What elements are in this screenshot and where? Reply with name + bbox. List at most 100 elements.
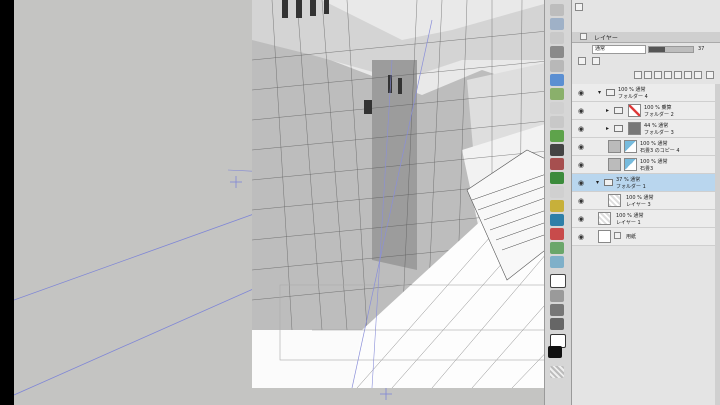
folder-icon xyxy=(606,89,615,96)
lasso-tool-icon[interactable] xyxy=(550,88,564,100)
building-drawing xyxy=(252,0,544,388)
blend-tool-icon[interactable] xyxy=(550,144,564,156)
layer-name: レイヤー 3 xyxy=(626,202,651,208)
paper-thumbnail xyxy=(598,230,611,243)
folder-icon xyxy=(614,107,623,114)
airbrush-icon[interactable] xyxy=(550,290,564,302)
layer-thumbnail xyxy=(628,122,641,135)
clip-icon[interactable] xyxy=(694,71,702,79)
figure-tool-icon[interactable] xyxy=(550,186,564,198)
new-raster-layer-icon[interactable] xyxy=(634,71,642,79)
layer-blend-info: 37 % 通常 xyxy=(616,177,641,183)
lock-icon[interactable] xyxy=(578,57,586,65)
layer-blend-info: 44 % 通常 xyxy=(644,123,669,129)
eye-icon[interactable]: ◉ xyxy=(577,107,585,115)
layer-tab[interactable]: レイヤー xyxy=(572,32,720,43)
eye-icon[interactable]: ◉ xyxy=(577,89,585,97)
layer-row[interactable]: ◉ 100 % 通常 石畳3 xyxy=(572,156,715,174)
layer-blend-info: 100 % 通常 xyxy=(616,213,644,219)
blend-row: 通常 37 xyxy=(572,44,720,55)
layer-row[interactable]: ◉ 100 % 通常 レイヤー 3 xyxy=(572,192,715,210)
layer-row[interactable]: ◉ ▾ 100 % 通常 フォルダー 4 xyxy=(572,84,715,102)
collapse-arrow-icon[interactable]: ▾ xyxy=(596,179,599,186)
eye-icon[interactable]: ◉ xyxy=(577,125,585,133)
layer-mask-thumbnail xyxy=(624,158,637,171)
decoration-icon[interactable] xyxy=(550,318,564,330)
correction-tool-icon[interactable] xyxy=(550,256,564,268)
layer-thumbnail xyxy=(628,104,641,117)
folder-icon xyxy=(614,125,623,132)
delete-layer-icon[interactable] xyxy=(706,71,714,79)
layer-name: フォルダー 2 xyxy=(644,112,674,118)
layer-thumbnail xyxy=(608,194,621,207)
folder-icon xyxy=(604,179,613,186)
move-tool-icon[interactable] xyxy=(550,18,564,30)
layer-options-row xyxy=(572,56,720,67)
canvas-paper[interactable] xyxy=(252,0,544,388)
gradient-tool-icon[interactable] xyxy=(550,172,564,184)
expand-arrow-icon[interactable]: ▸ xyxy=(606,125,609,132)
eye-icon[interactable]: ◉ xyxy=(577,197,585,205)
layer-tab-label: レイヤー xyxy=(594,35,618,42)
layer-panel: レイヤー 通常 37 ◉ ▾ 100 % 通常 フォルダー 4 ◉ ▸ 100 … xyxy=(572,0,720,405)
pencil-icon[interactable] xyxy=(550,116,564,128)
eye-icon[interactable]: ◉ xyxy=(577,233,585,241)
eye-icon[interactable]: ◉ xyxy=(577,161,585,169)
eye-icon[interactable]: ◉ xyxy=(577,143,585,151)
frame-tool-icon[interactable] xyxy=(550,200,564,212)
mask-icon[interactable] xyxy=(674,71,682,79)
ruler-tool-icon[interactable] xyxy=(550,242,564,254)
menu-tool-icon[interactable] xyxy=(550,4,564,16)
collapse-arrow-icon[interactable]: ▾ xyxy=(598,89,601,96)
panel-header xyxy=(572,2,720,13)
balloon-tool-icon[interactable] xyxy=(550,228,564,240)
layer-blend-info: 100 % 通常 xyxy=(626,195,654,201)
layer-name: フォルダー 4 xyxy=(618,94,648,100)
blend-mode-select[interactable]: 通常 xyxy=(592,45,646,54)
layer-row-selected[interactable]: ◉ ▾ 37 % 通常 フォルダー 1 xyxy=(572,174,715,192)
new-folder-icon[interactable] xyxy=(654,71,662,79)
selection-tool-icon[interactable] xyxy=(550,74,564,86)
layer-blend-info: 100 % 通常 xyxy=(640,159,668,165)
layer-panel-scrollbar[interactable] xyxy=(715,84,720,405)
transparent-color-icon[interactable] xyxy=(550,366,564,378)
text-tool-icon[interactable] xyxy=(550,214,564,226)
layer-row[interactable]: ◉ 100 % 通常 石畳3 のコピー 4 xyxy=(572,138,715,156)
main-color-swatch[interactable] xyxy=(548,346,562,358)
layer-blend-info: 100 % 乗算 xyxy=(644,105,672,111)
expand-arrow-icon[interactable]: ▸ xyxy=(606,107,609,114)
layer-row[interactable]: ◉ 100 % 通常 レイヤー 1 xyxy=(572,210,715,228)
opacity-slider-fill xyxy=(649,47,666,52)
eyedropper-icon[interactable] xyxy=(550,60,564,72)
layer-row[interactable]: ◉ 用紙 xyxy=(572,228,715,246)
canvas-area[interactable] xyxy=(14,0,544,405)
layer-blend-info: 100 % 通常 xyxy=(640,141,668,147)
merge-layer-icon[interactable] xyxy=(664,71,672,79)
tool-strip xyxy=(544,0,572,405)
paper-icon xyxy=(614,232,621,239)
eye-icon[interactable]: ◉ xyxy=(577,215,585,223)
magic-wand-icon[interactable] xyxy=(550,102,564,114)
pen-tool-icon[interactable] xyxy=(550,46,564,58)
layer-name: レイヤー 1 xyxy=(616,220,641,226)
window-edge xyxy=(0,0,14,405)
layer-thumbnail xyxy=(598,212,611,225)
object-tool-icon[interactable] xyxy=(550,274,566,288)
layer-name: フォルダー 3 xyxy=(644,130,674,136)
zoom-tool-icon[interactable] xyxy=(550,32,564,44)
brush-icon[interactable] xyxy=(550,130,564,142)
liquify-icon[interactable] xyxy=(550,304,564,316)
eye-icon[interactable]: ◉ xyxy=(577,179,585,187)
layer-name: 用紙 xyxy=(626,234,637,240)
ruler-layer-icon[interactable] xyxy=(684,71,692,79)
layer-toolbar xyxy=(572,70,720,81)
new-vector-layer-icon[interactable] xyxy=(644,71,652,79)
color-settings-icon[interactable] xyxy=(592,57,600,65)
layer-thumbnail xyxy=(608,140,621,153)
fill-tool-icon[interactable] xyxy=(550,158,564,170)
layer-mask-thumbnail xyxy=(624,140,637,153)
layer-row[interactable]: ◉ ▸ 100 % 乗算 フォルダー 2 xyxy=(572,102,715,120)
panel-menu-icon[interactable] xyxy=(575,3,583,11)
layer-row[interactable]: ◉ ▸ 44 % 通常 フォルダー 3 xyxy=(572,120,715,138)
opacity-slider[interactable] xyxy=(648,46,694,53)
